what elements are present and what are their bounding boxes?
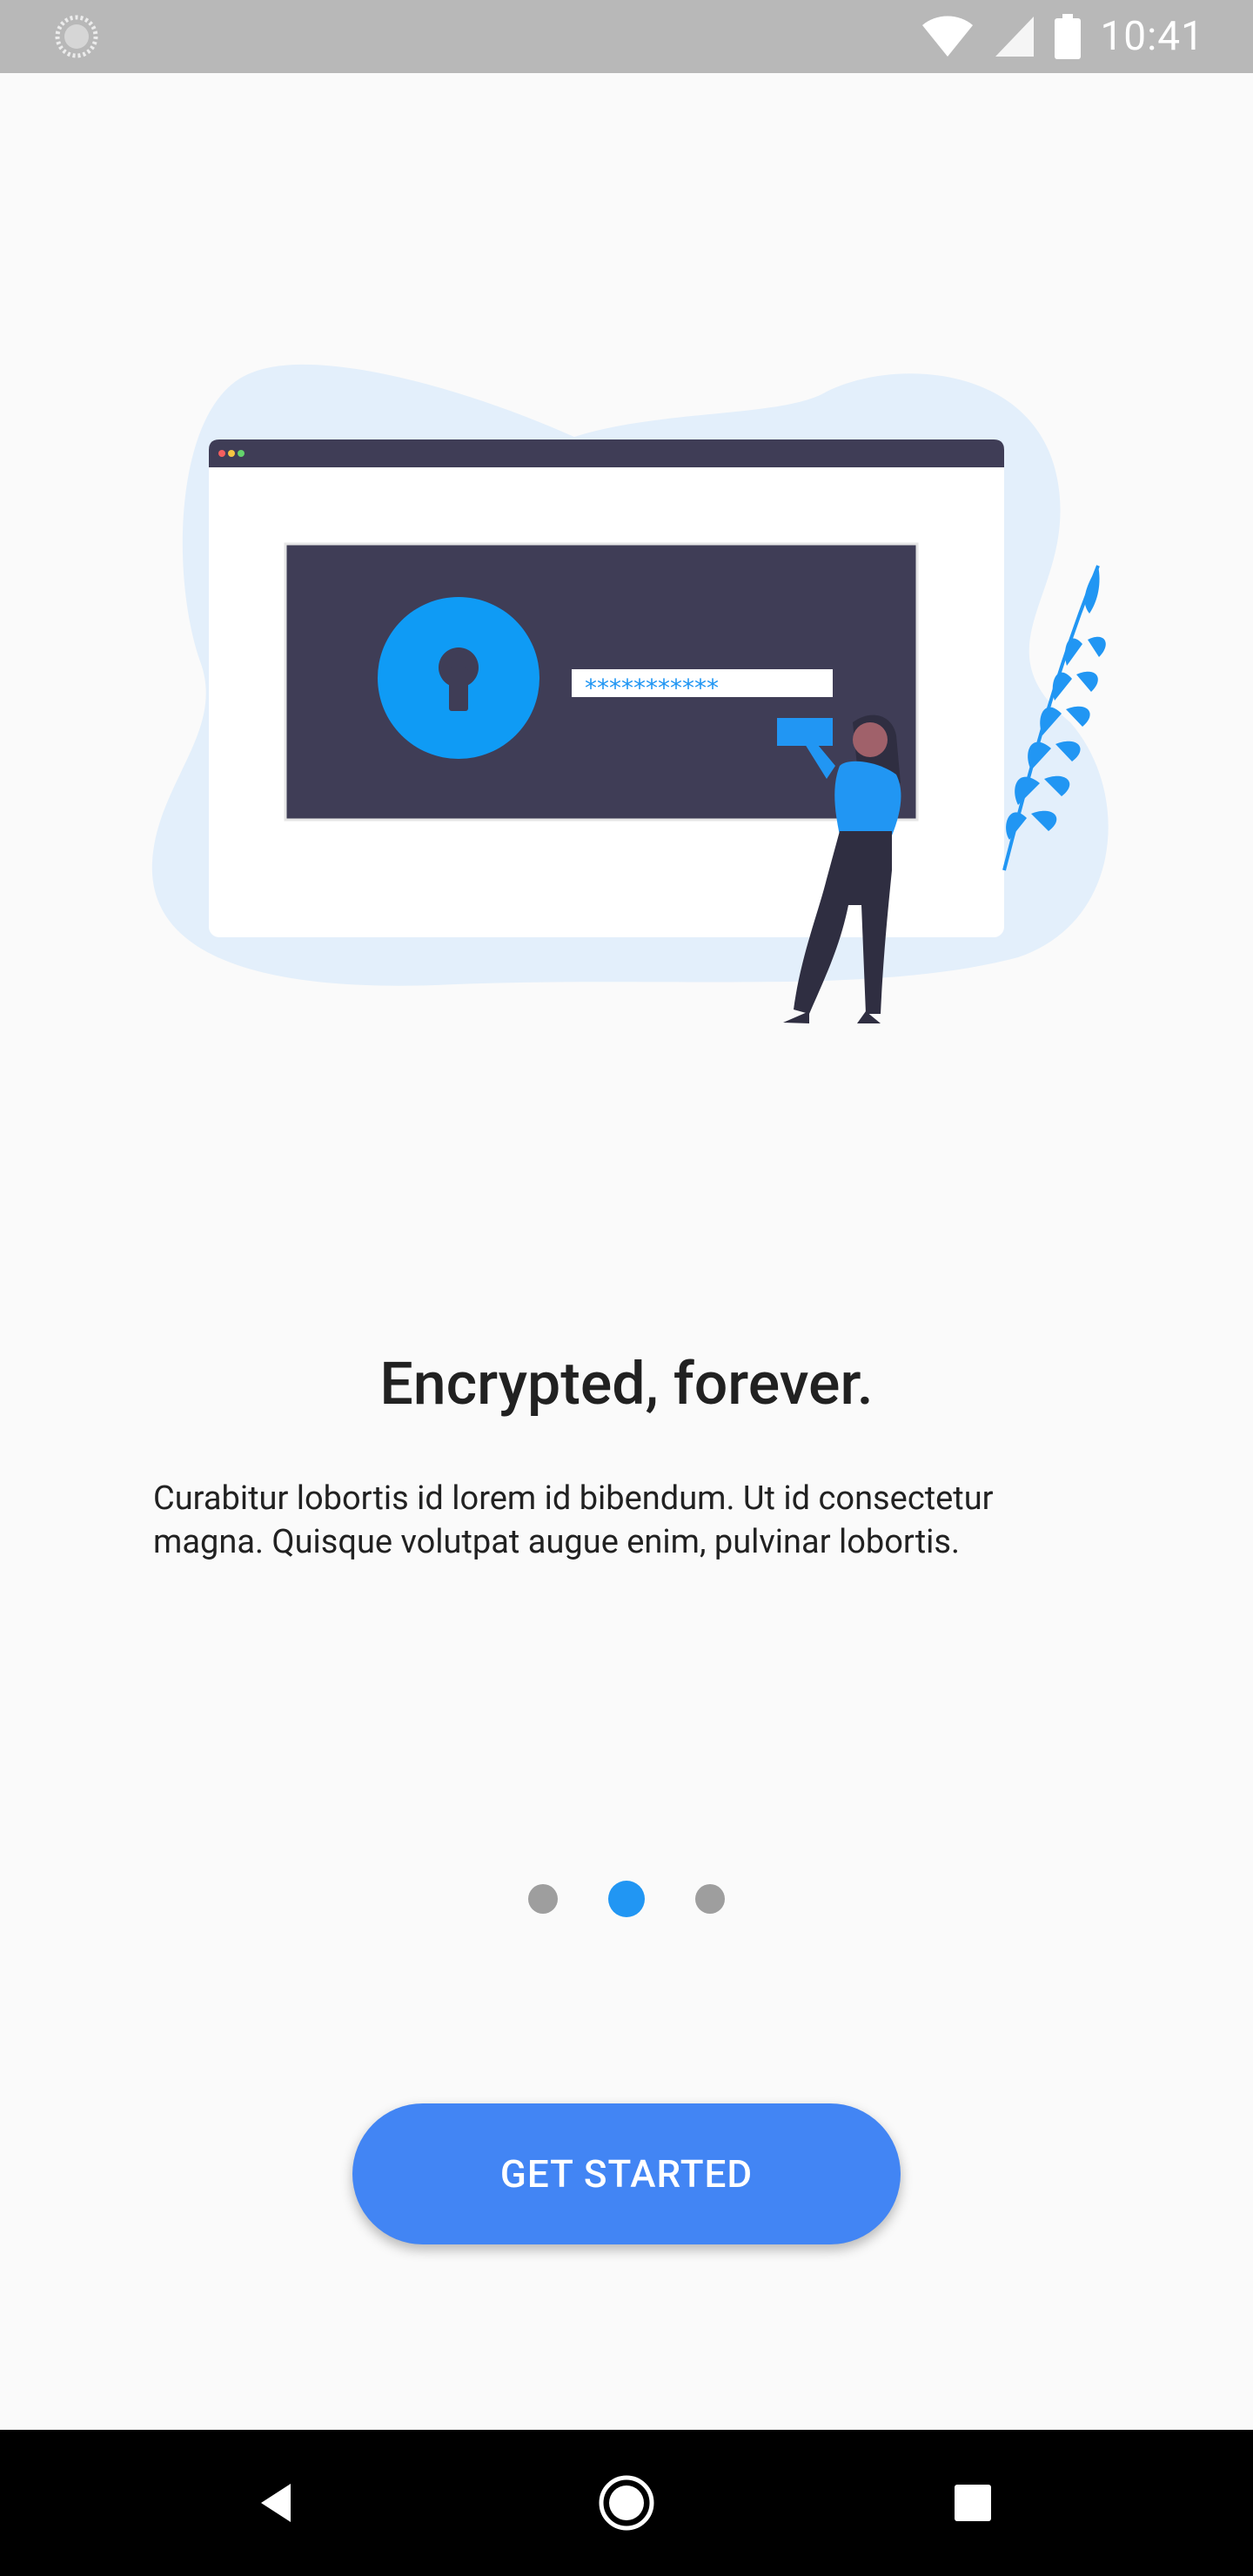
wifi-icon	[922, 16, 974, 57]
submit-block	[777, 718, 833, 746]
battery-icon	[1055, 14, 1082, 59]
get-started-button[interactable]: GET STARTED	[352, 2103, 901, 2244]
back-icon	[261, 2484, 291, 2522]
page-indicator	[0, 1880, 1253, 1918]
status-icons: 10:41	[921, 0, 1204, 73]
status-time: 10:41	[1100, 13, 1204, 60]
cellular-signal-icon	[995, 17, 1035, 57]
browser-titlebar	[209, 439, 1004, 467]
page-dot-2-active[interactable]	[608, 1881, 645, 1917]
page-dot-3[interactable]	[695, 1884, 725, 1914]
home-button[interactable]	[588, 2465, 665, 2541]
home-icon	[599, 2475, 654, 2531]
recents-button[interactable]	[935, 2465, 1011, 2541]
page-title: Encrypted, forever.	[379, 1349, 874, 1419]
loading-circle-icon	[55, 15, 98, 58]
navigation-bar	[0, 2430, 1253, 2576]
status-bar: 10:41	[0, 0, 1253, 73]
page-description: Curabitur lobortis id lorem id bibendum.…	[153, 1479, 994, 1561]
back-button[interactable]	[240, 2465, 317, 2541]
page-dot-1[interactable]	[528, 1884, 558, 1914]
password-mask: ***********	[585, 674, 719, 702]
recents-icon	[955, 2485, 991, 2521]
encryption-illustration: ***********	[151, 364, 1109, 1023]
